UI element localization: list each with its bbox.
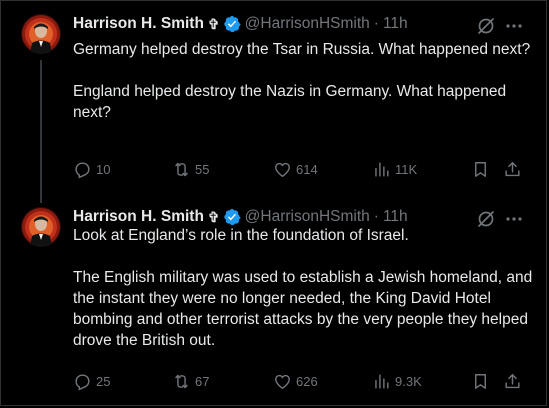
share-button[interactable] <box>503 159 522 179</box>
tweet-paragraph: Look at England’s role in the foundation… <box>73 227 409 244</box>
views-button[interactable]: 11K <box>372 159 417 179</box>
reply-count: 10 <box>96 161 111 177</box>
bookmark-icon <box>475 161 486 177</box>
tweet-text: Look at England’s role in the foundation… <box>73 225 533 351</box>
share-button[interactable] <box>503 371 522 391</box>
views-icon <box>375 373 389 389</box>
bookmark-button[interactable] <box>471 371 490 391</box>
avatar[interactable] <box>21 14 61 54</box>
like-icon <box>275 374 290 389</box>
bookmark-button[interactable] <box>471 159 490 179</box>
repost-icon <box>175 374 188 388</box>
reply-button[interactable]: 10 <box>73 159 110 179</box>
author-cross-glyph: ✞ <box>207 208 220 225</box>
author-name[interactable]: Harrison H. Smith <box>73 208 204 226</box>
bookmark-icon <box>475 373 486 389</box>
reply-count: 25 <box>96 373 111 389</box>
tweet-header: Harrison H. Smith ✞ @HarrisonHSmith · 11… <box>73 14 408 34</box>
like-count: 614 <box>296 161 318 177</box>
share-icon <box>505 161 520 176</box>
repost-button[interactable]: 67 <box>172 371 209 391</box>
action-bar: 25 67 626 9.3K <box>73 371 533 391</box>
separator-dot: · <box>373 15 379 32</box>
like-icon <box>275 162 290 177</box>
verified-badge-icon[interactable] <box>223 15 241 33</box>
reply-button[interactable]: 25 <box>73 371 110 391</box>
action-bar: 10 55 614 11K <box>73 159 533 179</box>
thread-connector-line <box>40 60 42 203</box>
share-icon <box>505 373 520 388</box>
repost-icon <box>175 162 188 176</box>
reply-icon <box>75 373 90 391</box>
more-icon[interactable] <box>504 16 524 36</box>
tweet-paragraph: England helped destroy the Nazis in Germ… <box>73 83 507 121</box>
verified-badge-icon[interactable] <box>223 208 241 226</box>
author-handle[interactable]: @HarrisonHSmith <box>245 15 370 33</box>
tweet-header: Harrison H. Smith ✞ @HarrisonHSmith · 11… <box>73 207 408 227</box>
tweet-paragraph: The English military was used to establi… <box>73 269 533 349</box>
like-button[interactable]: 626 <box>273 371 318 391</box>
views-button[interactable]: 9.3K <box>372 371 422 391</box>
author-name[interactable]: Harrison H. Smith <box>73 15 204 33</box>
separator-dot: · <box>373 208 379 225</box>
avatar[interactable] <box>21 207 61 247</box>
views-icon <box>375 161 389 177</box>
repost-count: 55 <box>195 161 210 177</box>
author-handle[interactable]: @HarrisonHSmith <box>245 208 370 226</box>
reply-icon <box>75 161 90 179</box>
like-count: 626 <box>296 373 318 389</box>
author-cross-glyph: ✞ <box>207 15 220 32</box>
repost-count: 67 <box>195 373 210 389</box>
timestamp[interactable]: 11h <box>383 208 408 226</box>
views-count: 11K <box>395 161 418 177</box>
like-button[interactable]: 614 <box>273 159 318 179</box>
grok-icon[interactable] <box>476 16 496 36</box>
tweet-paragraph: Germany helped destroy the Tsar in Russi… <box>73 41 531 58</box>
timestamp[interactable]: 11h <box>383 15 408 33</box>
repost-button[interactable]: 55 <box>172 159 209 179</box>
views-count: 9.3K <box>395 373 422 389</box>
tweet-text: Germany helped destroy the Tsar in Russi… <box>73 39 533 123</box>
